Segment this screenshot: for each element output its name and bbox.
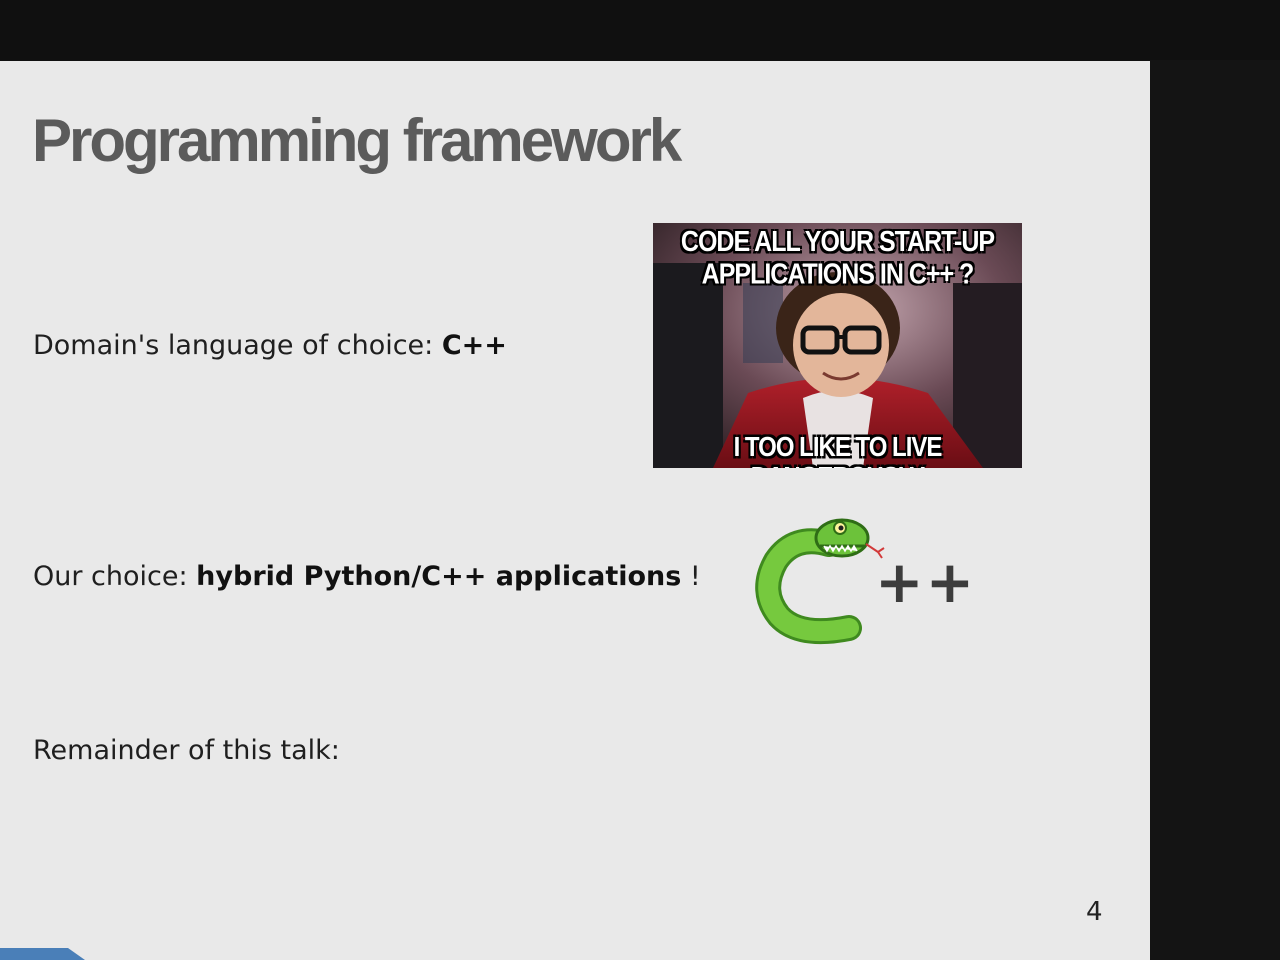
meme-image: CODE ALL YOUR START-UP APPLICATIONS IN C… [653,223,1022,468]
page-number: 4 [1086,897,1103,927]
slide-title: Programming framework [32,107,682,174]
slide: Programming framework Domain's language … [0,61,1150,960]
bullet-text: Domain's language of choice: [33,330,442,361]
cpp-plus-text: ++ [875,548,977,616]
presentation-screen: Programming framework Domain's language … [0,0,1280,960]
bullet-bold-text: C++ [441,330,507,361]
right-dark-strip [1150,60,1280,960]
bullet-text: Our choice: [33,561,197,592]
meme-bottom-caption: I TOO LIKE TO LIVE DANGEROUSLY [733,431,943,468]
bullet-our-choice: Our choice: hybrid Python/C++ applicatio… [33,563,701,590]
bullet-suffix: ! [681,561,701,592]
meme-top-line: APPLICATIONS IN C++ ? [701,257,975,290]
bullet-bold-text: hybrid Python/C++ applications [196,561,682,592]
bullet-remainder: Remainder of this talk: [33,737,340,764]
meme-top-caption: CODE ALL YOUR START-UP APPLICATIONS IN C… [653,225,1022,290]
bullet-language-choice: Domain's language of choice: C++ [33,332,507,359]
corner-accent-tab [0,948,85,960]
meme-top-line: CODE ALL YOUR START-UP [680,225,995,259]
bullet-text: Remainder of this talk: [33,735,340,766]
